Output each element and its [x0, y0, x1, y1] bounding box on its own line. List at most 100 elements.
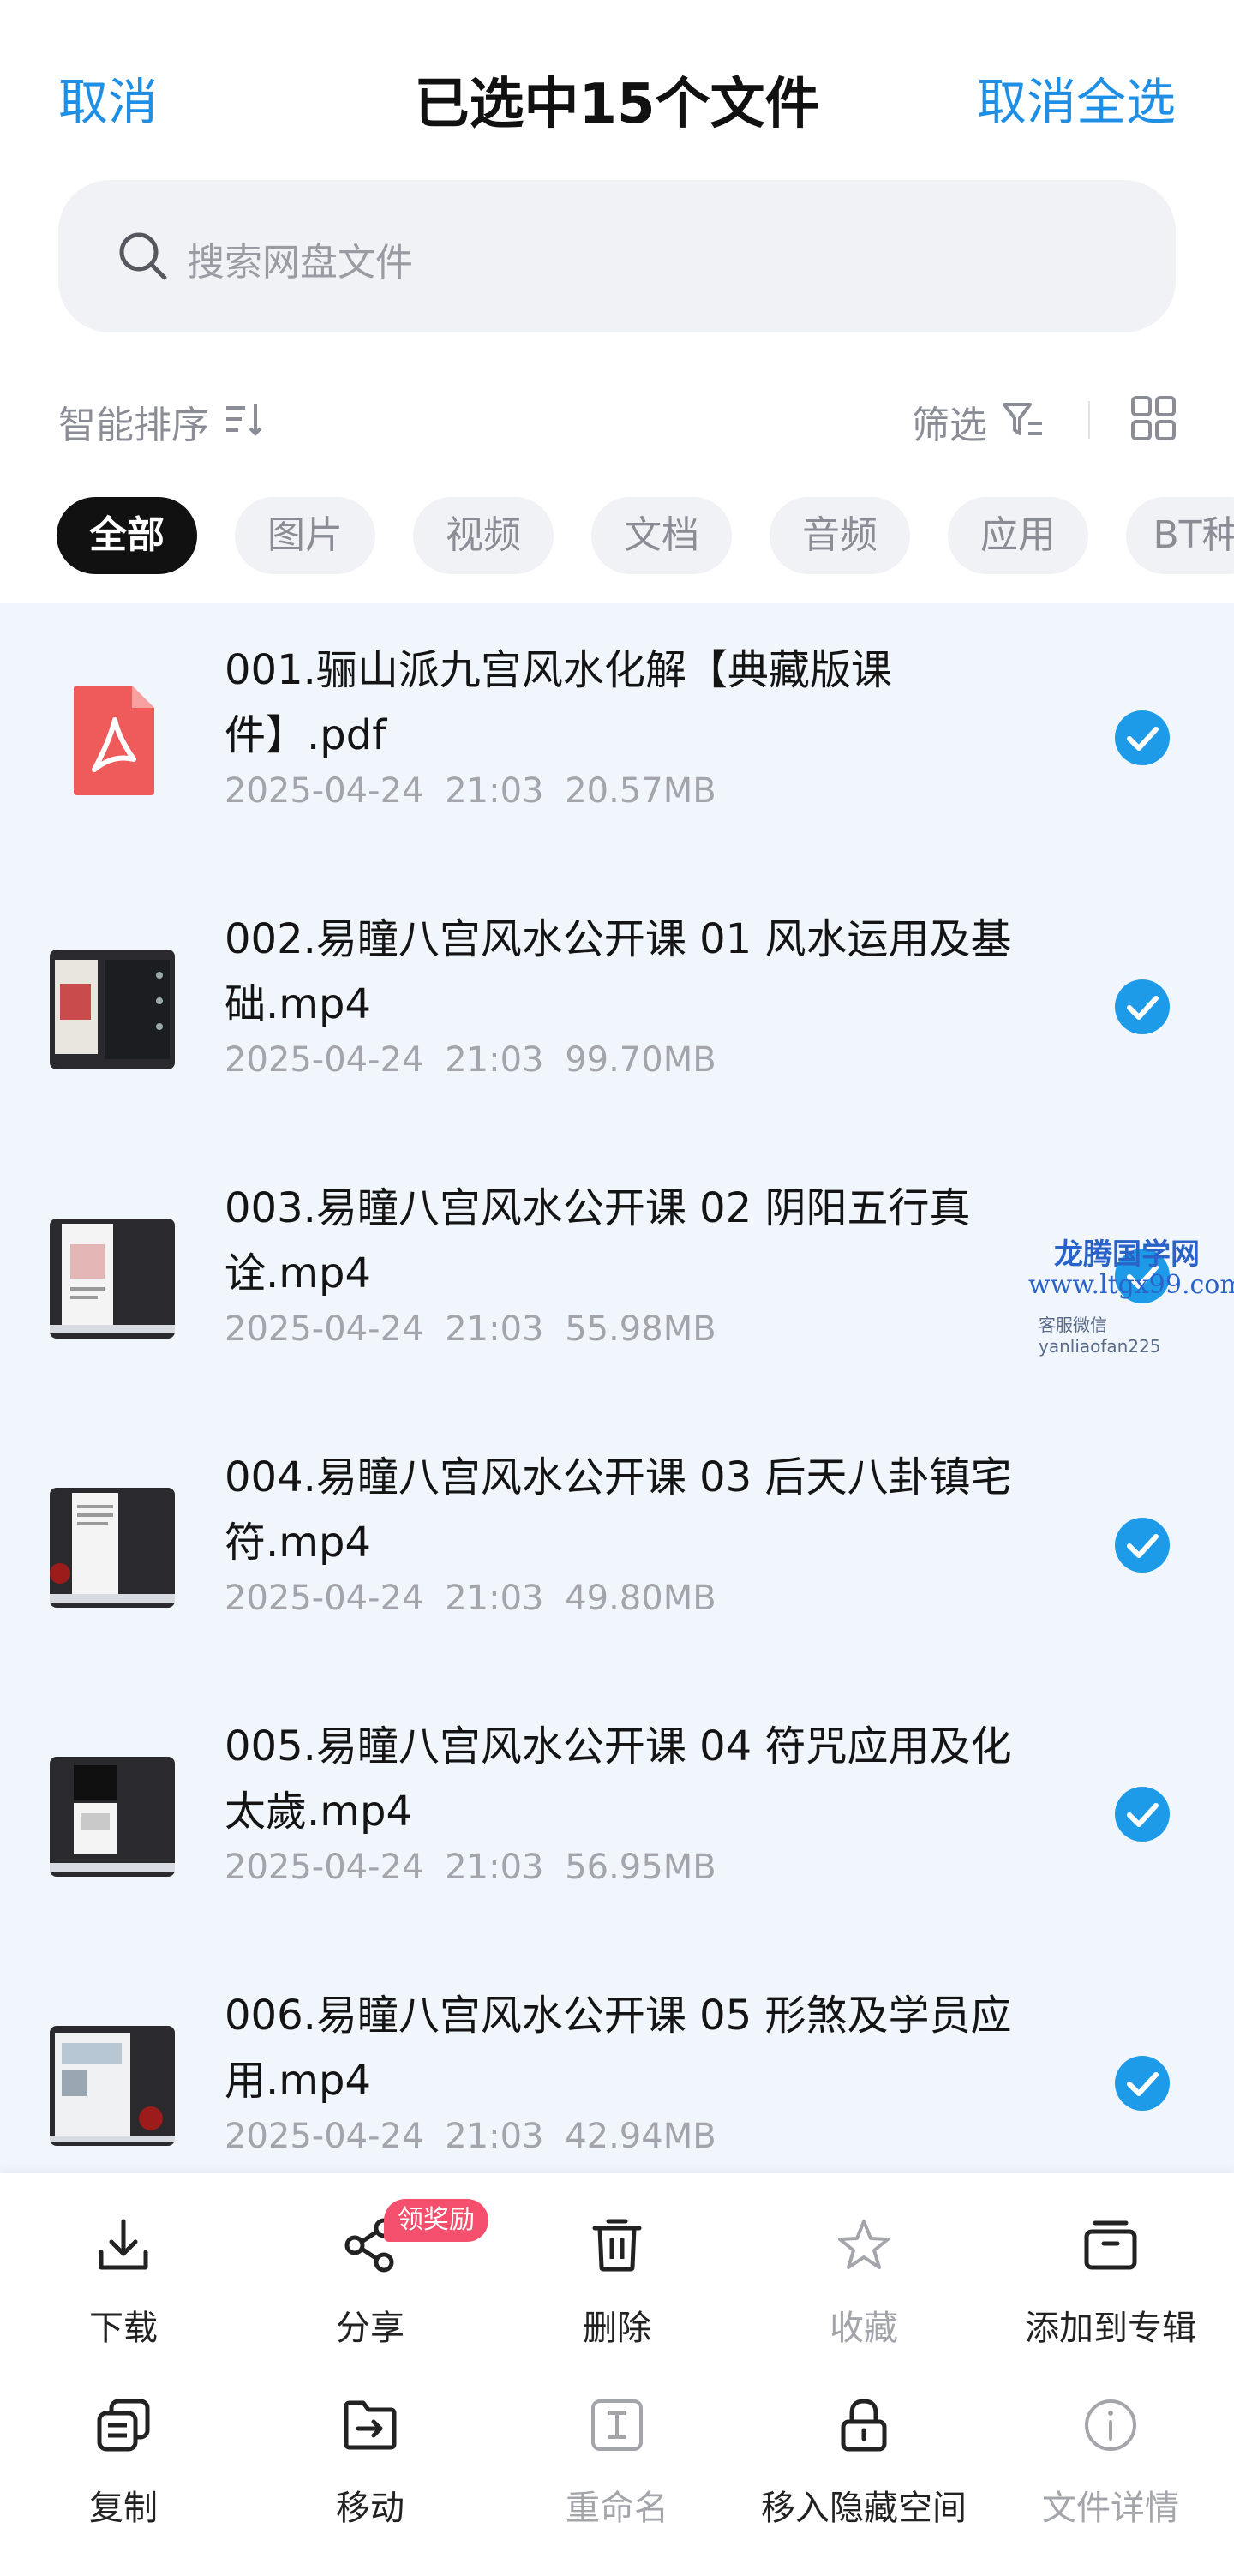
rename-label: 重命名	[566, 2489, 668, 2528]
file-meta: 2025-04-24 21:03 49.80MB	[225, 1579, 716, 1618]
filter-icon[interactable]	[1001, 398, 1045, 442]
file-meta: 2025-04-24 21:03 56.95MB	[225, 1848, 716, 1887]
file-name: 006.易瞳八宫风水公开课 05 形煞及学员应用.mp4	[225, 1992, 1012, 2105]
move-label: 移动	[336, 2489, 404, 2528]
tab-bt[interactable]: BT种	[1126, 497, 1234, 574]
cancel-select-all-button[interactable]: 取消全选	[977, 62, 1176, 134]
video-thumbnail	[50, 1219, 175, 1339]
tab-all[interactable]: 全部	[57, 497, 197, 574]
tab-documents[interactable]: 文档	[591, 497, 732, 574]
tab-apps[interactable]: 应用	[948, 497, 1088, 574]
file-time: 21:03	[445, 1579, 544, 1618]
copy-label: 复制	[89, 2489, 158, 2528]
file-meta: 2025-04-24 21:03 99.70MB	[225, 1040, 716, 1080]
action-panel: 下载 分享 删除 收藏 添加到专辑 复制 移动 重命名 移入隐藏空间 文件详情	[0, 2173, 1234, 2576]
file-time: 21:03	[445, 1309, 544, 1349]
top-bar: 取消 已选中15个文件 取消全选	[0, 0, 1234, 171]
video-thumbnail	[50, 1757, 175, 1877]
file-size: 56.95MB	[565, 1848, 716, 1887]
share-label: 分享	[336, 2309, 404, 2348]
add-to-album-button[interactable]: 添加到专辑	[987, 2199, 1234, 2353]
search-bar[interactable]: 搜索网盘文件	[58, 180, 1176, 332]
move-to-hidden-space-button[interactable]: 移入隐藏空间	[740, 2379, 987, 2533]
file-time: 21:03	[445, 2117, 544, 2156]
file-time: 21:03	[445, 1040, 544, 1080]
file-name: 001.骊山派九宫风水化解【典藏版课件】.pdf	[225, 646, 892, 759]
grid-view-icon[interactable]	[1129, 394, 1177, 442]
file-date: 2025-04-24	[225, 771, 424, 811]
file-name: 002.易瞳八宫风水公开课 01 风水运用及基础.mp4	[225, 915, 1012, 1028]
favorite-label: 收藏	[830, 2309, 898, 2348]
rename-button[interactable]: 重命名	[494, 2379, 740, 2533]
file-details-button[interactable]: 文件详情	[987, 2379, 1234, 2533]
file-row[interactable]: 005.易瞳八宫风水公开课 04 符咒应用及化太歲.mp4 2025-04-24…	[0, 1680, 1234, 1949]
lock-icon	[841, 2399, 887, 2452]
search-icon	[119, 232, 167, 280]
checkbox-checked-icon[interactable]	[1114, 1786, 1171, 1842]
download-icon	[99, 2219, 148, 2270]
checkbox-checked-icon[interactable]	[1114, 710, 1171, 766]
file-details-label: 文件详情	[1042, 2489, 1179, 2528]
checkbox-checked-icon[interactable]	[1114, 2055, 1171, 2112]
video-thumbnail	[50, 1488, 175, 1608]
file-row[interactable]: 004.易瞳八宫风水公开课 03 后天八卦镇宅符.mp4 2025-04-24 …	[0, 1411, 1234, 1680]
file-date: 2025-04-24	[225, 2117, 424, 2156]
watermark: 龙腾国学网 www.ltgx99.com 客服微信 yanliaofan225	[1028, 1231, 1234, 1357]
file-time: 21:03	[445, 771, 544, 811]
checkbox-checked-icon[interactable]	[1114, 1517, 1171, 1573]
file-time: 21:03	[445, 1848, 544, 1887]
download-button[interactable]: 下载	[0, 2199, 247, 2353]
file-name: 005.易瞳八宫风水公开课 04 符咒应用及化太歲.mp4	[225, 1722, 1012, 1836]
file-date: 2025-04-24	[225, 1579, 424, 1618]
filter-button[interactable]: 筛选	[912, 394, 987, 449]
copy-icon	[97, 2399, 150, 2452]
video-thumbnail	[50, 2026, 175, 2146]
file-date: 2025-04-24	[225, 1040, 424, 1080]
file-row[interactable]: 002.易瞳八宫风水公开课 01 风水运用及基础.mp4 2025-04-24 …	[0, 872, 1234, 1141]
search-input[interactable]: 搜索网盘文件	[187, 231, 413, 286]
category-tabs: 全部 图片 视频 文档 音频 应用 BT种	[0, 497, 1234, 576]
star-icon	[838, 2220, 890, 2269]
file-meta: 2025-04-24 21:03 42.94MB	[225, 2117, 716, 2156]
watermark-site: 龙腾国学网	[1054, 1237, 1200, 1272]
trash-icon	[592, 2219, 642, 2272]
download-label: 下载	[89, 2309, 158, 2348]
sort-filter-bar: 智能排序 筛选	[0, 386, 1234, 454]
rename-icon	[591, 2399, 643, 2451]
file-date: 2025-04-24	[225, 1309, 424, 1349]
file-row[interactable]: 001.骊山派九宫风水化解【典藏版课件】.pdf 2025-04-24 21:0…	[0, 603, 1234, 872]
file-list: 001.骊山派九宫风水化解【典藏版课件】.pdf 2025-04-24 21:0…	[0, 603, 1234, 2173]
checkbox-checked-icon[interactable]	[1114, 979, 1171, 1035]
file-size: 99.70MB	[565, 1040, 716, 1080]
move-to-hidden-space-label: 移入隐藏空间	[761, 2489, 967, 2528]
reward-badge: 领奖励	[384, 2199, 488, 2242]
delete-button[interactable]: 删除	[494, 2199, 740, 2353]
file-date: 2025-04-24	[225, 1848, 424, 1887]
tab-video[interactable]: 视频	[413, 497, 554, 574]
tab-images[interactable]: 图片	[235, 497, 375, 574]
sort-icon[interactable]	[223, 398, 266, 440]
add-to-album-label: 添加到专辑	[1025, 2309, 1196, 2348]
album-icon	[1084, 2220, 1137, 2270]
video-thumbnail	[50, 950, 175, 1069]
pdf-file-icon	[74, 686, 154, 795]
favorite-button[interactable]: 收藏	[740, 2199, 987, 2353]
sort-button[interactable]: 智能排序	[58, 394, 209, 449]
file-meta: 2025-04-24 21:03 20.57MB	[225, 771, 716, 811]
file-size: 42.94MB	[565, 2117, 716, 2156]
file-name: 004.易瞳八宫风水公开课 03 后天八卦镇宅符.mp4	[225, 1453, 1012, 1567]
file-name: 003.易瞳八宫风水公开课 02 阴阳五行真诠.mp4	[225, 1184, 971, 1297]
watermark-url: www.ltgx99.com	[1028, 1270, 1234, 1300]
copy-button[interactable]: 复制	[0, 2379, 247, 2533]
move-folder-icon	[344, 2400, 397, 2450]
info-icon	[1085, 2399, 1136, 2451]
file-row[interactable]: 006.易瞳八宫风水公开课 05 形煞及学员应用.mp4 2025-04-24 …	[0, 1949, 1234, 2173]
move-button[interactable]: 移动	[247, 2379, 494, 2533]
tab-audio[interactable]: 音频	[770, 497, 910, 574]
divider	[1088, 401, 1090, 439]
delete-label: 删除	[583, 2309, 651, 2348]
file-size: 49.80MB	[565, 1579, 716, 1618]
file-meta: 2025-04-24 21:03 55.98MB	[225, 1309, 716, 1349]
file-size: 20.57MB	[565, 771, 716, 811]
watermark-contact: 客服微信 yanliaofan225	[1039, 1315, 1161, 1357]
